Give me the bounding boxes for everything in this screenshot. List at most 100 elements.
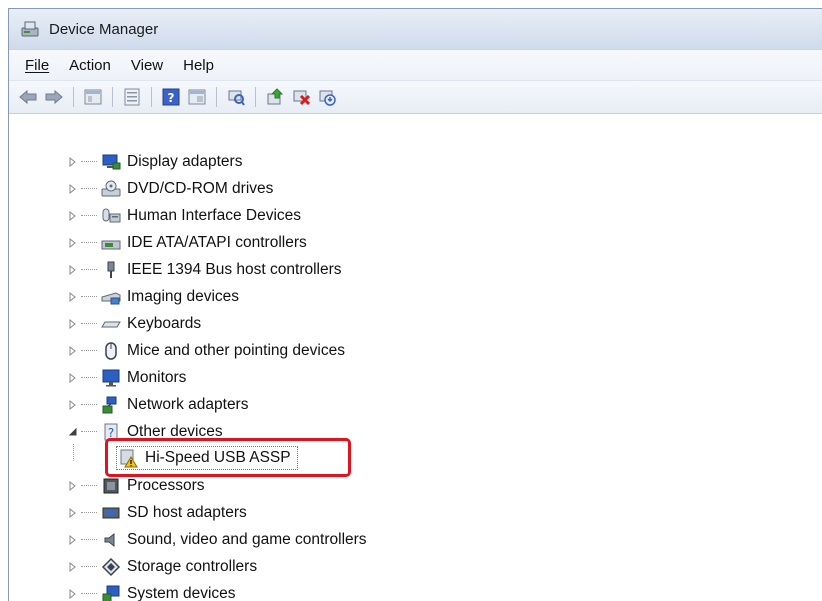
tree-item-label: Storage controllers (127, 557, 258, 575)
network-icon (101, 395, 121, 415)
collapse-arrow-icon[interactable] (67, 426, 79, 438)
device-manager-window: Device Manager File Action View Help ? D… (8, 8, 822, 601)
expand-arrow-icon[interactable] (67, 345, 79, 357)
tree-item-sound-video-and-game-controllers[interactable]: Sound, video and game controllers (67, 526, 367, 553)
tree-item-processors[interactable]: Processors (67, 472, 205, 499)
tree-item-label: Hi-Speed USB ASSP (145, 449, 291, 466)
tree-dots (81, 350, 97, 351)
menu-view[interactable]: View (121, 57, 173, 74)
expand-arrow-icon[interactable] (67, 507, 79, 519)
expand-arrow-icon[interactable] (67, 237, 79, 249)
tree-dots (81, 323, 97, 324)
expand-arrow-icon[interactable] (67, 372, 79, 384)
uninstall-icon[interactable] (290, 86, 312, 108)
expand-arrow-icon[interactable] (67, 399, 79, 411)
tree-dots (81, 539, 97, 540)
toolbar: ? (9, 80, 822, 114)
mouse-icon (101, 341, 121, 361)
processor-icon (101, 476, 121, 496)
tree-item-keyboards[interactable]: Keyboards (67, 310, 201, 337)
tree-item-dvd-cdrom-drives[interactable]: DVD/CD-ROM drives (67, 175, 273, 202)
expand-arrow-icon[interactable] (67, 534, 79, 546)
device-manager-icon (19, 18, 41, 40)
monitor-icon (101, 368, 121, 388)
menu-action-label: Action (69, 56, 111, 74)
tree-item-label: Sound, video and game controllers (127, 530, 367, 548)
tree-dots (81, 377, 97, 378)
svg-text:?: ? (168, 91, 175, 105)
tree-item-label: Imaging devices (127, 287, 240, 305)
expand-arrow-icon[interactable] (67, 183, 79, 195)
tree-item-label: Network adapters (127, 395, 249, 413)
tree-connector (73, 444, 74, 461)
disable-icon[interactable] (316, 86, 338, 108)
menu-view-label: View (130, 56, 164, 74)
tree-item-label: Keyboards (127, 314, 202, 332)
tree-item-display-adapters[interactable]: Display adapters (67, 148, 242, 175)
firewire-icon (101, 260, 121, 280)
tree-item-imaging-devices[interactable]: Imaging devices (67, 283, 239, 310)
scanner-icon (101, 287, 121, 307)
forward-arrow-icon[interactable] (43, 86, 65, 108)
tree-item-sd-host-adapters[interactable]: SD host adapters (67, 499, 247, 526)
toolbar-separator (73, 87, 74, 107)
window-title: Device Manager (49, 20, 159, 38)
title-bar: Device Manager (9, 9, 822, 49)
menu-file[interactable]: File (15, 57, 59, 74)
tree-item-label: Human Interface Devices (127, 206, 302, 224)
menu-bar: File Action View Help (9, 49, 822, 80)
monitor-icon (101, 152, 121, 172)
tree-item-ieee-1394-bus-host-controllers[interactable]: IEEE 1394 Bus host controllers (67, 256, 342, 283)
tree-item-label: SD host adapters (127, 503, 247, 521)
expand-arrow-icon[interactable] (67, 210, 79, 222)
tree-item-label: Display adapters (127, 152, 243, 170)
tree-dots (81, 566, 97, 567)
tree-item-label: System devices (127, 584, 236, 601)
tree-item-human-interface-devices[interactable]: Human Interface Devices (67, 202, 301, 229)
update-driver-icon[interactable] (264, 86, 286, 108)
device-tree: Display adapters DVD/CD-ROM drives Human… (9, 117, 822, 601)
view-icon[interactable] (186, 86, 208, 108)
tree-dots (81, 404, 97, 405)
toolbar-separator (151, 87, 152, 107)
tree-item-monitors[interactable]: Monitors (67, 364, 186, 391)
storage-icon (101, 557, 121, 577)
tree-item-label: IDE ATA/ATAPI controllers (127, 233, 307, 251)
tree-item-network-adapters[interactable]: Network adapters (67, 391, 248, 418)
speaker-icon (101, 530, 121, 550)
back-arrow-icon[interactable] (17, 86, 39, 108)
expand-arrow-icon[interactable] (67, 264, 79, 276)
menu-file-label: File (25, 56, 50, 74)
tree-item-label: Processors (127, 476, 205, 494)
expand-arrow-icon[interactable] (67, 561, 79, 573)
menu-help-label: Help (183, 56, 214, 74)
tree-item-label: IEEE 1394 Bus host controllers (127, 260, 342, 278)
expand-arrow-icon[interactable] (67, 318, 79, 330)
expand-arrow-icon[interactable] (67, 480, 79, 492)
show-hide-console-tree-icon[interactable] (82, 86, 104, 108)
toolbar-separator (216, 87, 217, 107)
menu-help[interactable]: Help (173, 57, 224, 74)
keyboard-icon (101, 314, 121, 334)
expand-arrow-icon[interactable] (67, 291, 79, 303)
tree-item-mice-and-other-pointing-devices[interactable]: Mice and other pointing devices (67, 337, 345, 364)
system-icon (101, 584, 121, 601)
tree-item-system-devices[interactable]: System devices (67, 580, 236, 601)
help-icon[interactable]: ? (160, 86, 182, 108)
scan-hardware-icon[interactable] (225, 86, 247, 108)
tree-dots (81, 242, 97, 243)
warning-device-icon (119, 448, 139, 468)
disc-drive-icon (101, 179, 121, 199)
expand-arrow-icon[interactable] (67, 156, 79, 168)
tree-item-hi-speed-usb-assp[interactable]: Hi-Speed USB ASSP (116, 446, 298, 470)
tree-item-ide-ata-atapi-controllers[interactable]: IDE ATA/ATAPI controllers (67, 229, 307, 256)
properties-icon[interactable] (121, 86, 143, 108)
menu-action[interactable]: Action (59, 57, 121, 74)
sd-card-icon (101, 503, 121, 523)
toolbar-separator (255, 87, 256, 107)
tree-item-label: Mice and other pointing devices (127, 341, 345, 359)
tree-item-storage-controllers[interactable]: Storage controllers (67, 553, 257, 580)
tree-item-label: DVD/CD-ROM drives (127, 179, 274, 197)
tree-dots (81, 269, 97, 270)
expand-arrow-icon[interactable] (67, 588, 79, 600)
